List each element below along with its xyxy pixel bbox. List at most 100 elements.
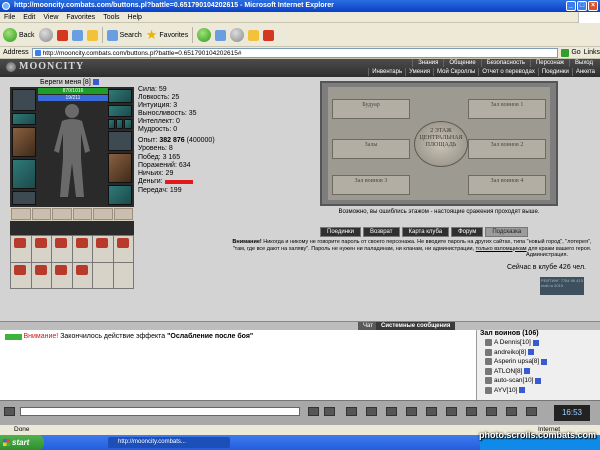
nav-transfers[interactable]: Отчет о переводах	[478, 68, 538, 76]
edit-button[interactable]	[248, 29, 260, 41]
map-room-warriors-2[interactable]: Зал воинов 2	[468, 139, 546, 159]
belt-slot[interactable]	[12, 191, 36, 205]
list-icon[interactable]	[486, 407, 497, 416]
nav-inventory[interactable]: Инвентарь	[368, 68, 405, 76]
club-map-button[interactable]: Карта клуба	[401, 227, 450, 237]
necklace-slot[interactable]	[108, 105, 132, 117]
boots-slot[interactable]	[108, 185, 132, 205]
info-icon[interactable]	[92, 79, 99, 86]
list-item[interactable]: auto-scan[10]	[477, 376, 600, 386]
player-name[interactable]: auto-scan[10]	[494, 376, 533, 385]
chat-mode-icon[interactable]	[4, 407, 15, 416]
nav-duels[interactable]: Поединки	[537, 68, 572, 76]
scroll-slot[interactable]	[72, 236, 92, 262]
maximize-button[interactable]: □	[577, 1, 587, 11]
player-name[interactable]: AYV[10]	[494, 386, 517, 395]
exit-icon[interactable]	[526, 407, 537, 416]
map-room-halls[interactable]: Залы	[332, 139, 410, 159]
close-button[interactable]: ×	[588, 1, 598, 11]
user-icon[interactable]	[466, 407, 477, 416]
map-central-square[interactable]: 2 ЭТАЖ ЦЕНТРАЛЬНАЯ ПЛОЩАДЬ	[414, 121, 468, 167]
hint-button[interactable]: Подсказка	[485, 227, 529, 237]
refresh-icon[interactable]	[386, 407, 397, 416]
filter-icon[interactable]	[366, 407, 377, 416]
nav-security[interactable]: Безопасность	[480, 59, 530, 67]
forum-button[interactable]: Форум	[451, 227, 484, 237]
nav-character[interactable]: Персонаж	[529, 59, 569, 67]
armor-slot[interactable]	[12, 159, 36, 189]
earring-slot[interactable]	[108, 89, 132, 103]
nav-knowledge[interactable]: Знания	[412, 59, 443, 67]
scroll-slot[interactable]	[93, 236, 113, 262]
player-name[interactable]: andreiko[8]	[494, 348, 526, 357]
quick-slot[interactable]	[31, 208, 51, 220]
list-item[interactable]: ATLON[8]	[477, 367, 600, 377]
address-input[interactable]: http://mooncity.combats.com/buttons.pl?b…	[31, 47, 559, 58]
chat-input[interactable]	[20, 407, 300, 416]
menu-favorites[interactable]: Favorites	[66, 14, 95, 21]
speed-icon[interactable]	[426, 407, 437, 416]
menu-edit[interactable]: Edit	[23, 14, 35, 21]
map-room-warriors-4[interactable]: Зал воинов 4	[468, 175, 546, 195]
nav-scrolls[interactable]: Мой Скроллы	[433, 68, 478, 76]
gloves-slot[interactable]	[108, 131, 132, 151]
scroll-slot[interactable]	[11, 262, 31, 288]
info-icon[interactable]	[535, 377, 542, 384]
menu-tools[interactable]: Tools	[103, 14, 119, 21]
stop-button[interactable]	[56, 29, 68, 41]
private-icon[interactable]	[485, 367, 492, 375]
refresh-button[interactable]	[71, 29, 83, 41]
start-button[interactable]: start	[0, 435, 44, 450]
menu-view[interactable]: View	[43, 14, 58, 21]
nav-profile[interactable]: Анкета	[571, 68, 598, 76]
quick-slot[interactable]	[113, 208, 133, 220]
duels-button[interactable]: Поединки	[320, 227, 361, 237]
go-button[interactable]: Go	[561, 48, 581, 57]
nav-exit[interactable]: Выход	[569, 59, 598, 67]
map-room-warriors-3[interactable]: Зал воинов 3	[332, 175, 410, 195]
ring-slot-3[interactable]	[124, 119, 132, 129]
player-name[interactable]: A Dennis[10]	[494, 338, 531, 347]
forward-button[interactable]	[38, 28, 53, 42]
back-button[interactable]: Back	[3, 28, 35, 42]
send-icon[interactable]	[308, 407, 319, 416]
quick-slot[interactable]	[93, 208, 113, 220]
list-item[interactable]: andreiko[8]	[477, 348, 600, 358]
private-icon[interactable]	[485, 339, 492, 347]
search-button[interactable]: Search	[106, 29, 142, 41]
private-icon[interactable]	[406, 407, 417, 416]
list-item[interactable]: Asperin upsa[8]	[477, 357, 600, 367]
map-room-warriors-1[interactable]: Зал воинов 1	[468, 99, 546, 119]
amulet-slot[interactable]	[12, 113, 36, 125]
weapon-slot[interactable]	[12, 127, 36, 157]
scroll-slot[interactable]	[52, 236, 72, 262]
player-name[interactable]: Asperin upsa[8]	[494, 357, 539, 366]
scroll-slot[interactable]	[72, 262, 92, 288]
quick-slot[interactable]	[52, 208, 72, 220]
helmet-slot[interactable]	[12, 89, 36, 111]
clear-icon[interactable]	[324, 407, 335, 416]
smiley-icon[interactable]	[346, 407, 357, 416]
media-button[interactable]	[197, 28, 212, 42]
favorites-button[interactable]: ★ Favorites	[146, 28, 188, 42]
private-icon[interactable]	[485, 348, 492, 356]
quick-slot[interactable]	[72, 208, 92, 220]
scroll-slot[interactable]	[31, 236, 51, 262]
mail-button[interactable]	[215, 29, 227, 41]
private-icon[interactable]	[485, 386, 492, 394]
nav-communication[interactable]: Общение	[443, 59, 480, 67]
list-item[interactable]: A Dennis[10]	[477, 338, 600, 348]
nav-skills[interactable]: Умения	[405, 68, 433, 76]
taskbar-ie-window[interactable]: http://mooncity.combats...	[108, 437, 230, 448]
scroll-slot[interactable]	[93, 262, 113, 288]
scroll-slot[interactable]	[31, 262, 51, 288]
ring-slot-1[interactable]	[108, 119, 115, 129]
messenger-button[interactable]	[263, 29, 275, 41]
info-icon[interactable]	[541, 358, 548, 365]
links-button[interactable]: Links	[584, 49, 600, 56]
private-icon[interactable]	[485, 358, 492, 366]
info-icon[interactable]	[532, 339, 539, 346]
menu-help[interactable]: Help	[128, 14, 142, 21]
info-icon[interactable]	[524, 368, 531, 375]
chat-icon[interactable]	[506, 407, 517, 416]
